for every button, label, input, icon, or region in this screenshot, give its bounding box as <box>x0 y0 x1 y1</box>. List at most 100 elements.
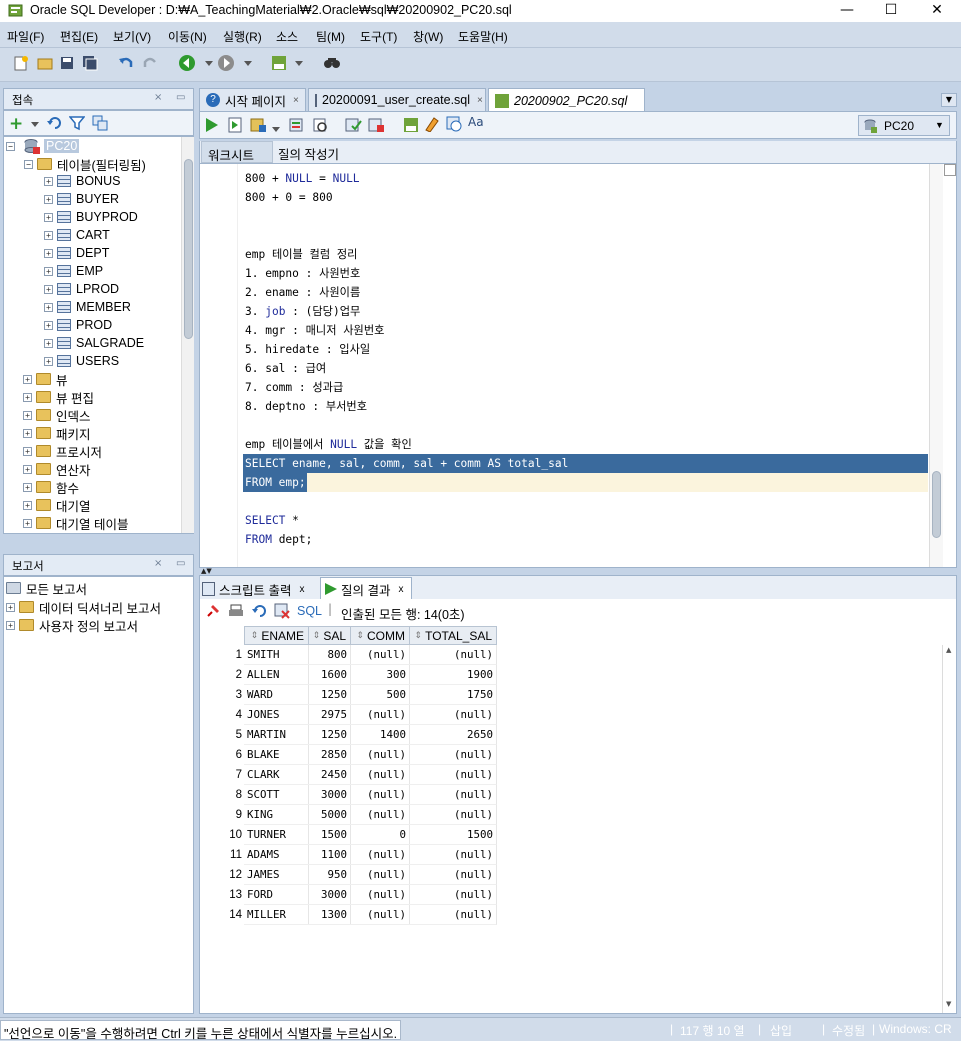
table-cell-sal[interactable]: 950 <box>308 865 351 885</box>
table-cell-total-sal[interactable]: (null) <box>409 705 497 725</box>
report-all[interactable]: 모든 보고서 <box>6 579 87 597</box>
folder-node-function[interactable]: + 함수 <box>23 478 79 496</box>
column-header-sal[interactable]: ⇕ SAL <box>308 626 351 645</box>
commit-icon[interactable] <box>345 117 363 136</box>
schema-browser-icon[interactable] <box>92 115 108 134</box>
folder-node-index[interactable]: + 인덱스 <box>23 406 91 424</box>
splitter-arrows-icon[interactable]: ▲▼ <box>201 567 212 575</box>
expand-icon[interactable]: + <box>44 176 53 186</box>
tabs-list-icon[interactable]: ▼ <box>941 93 957 107</box>
connections-tree-scrollbar[interactable] <box>181 137 194 533</box>
table-cell-ename[interactable]: SMITH <box>244 645 309 665</box>
table-cell-ename[interactable]: WARD <box>244 685 309 705</box>
table-cell-total-sal[interactable]: (null) <box>409 905 497 925</box>
folder-node-view[interactable]: + 뷰 <box>23 370 68 388</box>
table-cell-ename[interactable]: SCOTT <box>244 785 309 805</box>
expand-icon[interactable]: + <box>44 230 53 240</box>
menu-window[interactable]: 창(W) <box>413 28 443 45</box>
table-cell-ename[interactable]: ADAMS <box>244 845 309 865</box>
menu-help[interactable]: 도움말(H) <box>458 28 508 45</box>
expand-icon[interactable]: + <box>23 392 32 402</box>
table-cell-total-sal[interactable]: (null) <box>409 805 497 825</box>
folder-node-queue-table[interactable]: + 대기열 테이블 <box>23 514 128 532</box>
filter-icon[interactable] <box>68 115 86 134</box>
table-cell-comm[interactable]: (null) <box>350 785 410 805</box>
run-script-icon[interactable] <box>227 117 243 136</box>
row-number[interactable]: 3 <box>200 685 244 705</box>
table-cell-total-sal[interactable]: 1750 <box>409 685 497 705</box>
sql-history-icon[interactable] <box>446 116 462 135</box>
tab-close-icon[interactable]: × <box>477 95 483 106</box>
row-number[interactable]: 11 <box>200 845 244 865</box>
table-node[interactable]: + DEPT <box>44 244 109 262</box>
print-icon[interactable] <box>228 604 244 621</box>
sql-link[interactable]: SQL <box>297 604 322 618</box>
back-dropdown-icon[interactable] <box>200 54 218 72</box>
rollback-icon[interactable] <box>368 117 386 136</box>
minimize-button[interactable]: — <box>824 0 870 22</box>
sql-worksheet-dropdown-icon[interactable] <box>290 54 308 72</box>
save-icon[interactable] <box>58 54 76 72</box>
table-node[interactable]: + PROD <box>44 316 112 334</box>
scroll-down-icon[interactable]: ▼ <box>946 1000 951 1008</box>
table-cell-comm[interactable]: 1400 <box>350 725 410 745</box>
row-number[interactable]: 8 <box>200 785 244 805</box>
table-cell-ename[interactable]: KING <box>244 805 309 825</box>
new-icon[interactable] <box>12 54 30 72</box>
autotrace-dropdown-icon[interactable] <box>272 122 280 136</box>
expand-icon[interactable]: + <box>44 284 53 294</box>
table-node[interactable]: + SALGRADE <box>44 334 144 352</box>
forward-dropdown-icon[interactable] <box>239 54 257 72</box>
table-cell-total-sal[interactable]: (null) <box>409 845 497 865</box>
table-cell-comm[interactable]: (null) <box>350 865 410 885</box>
table-cell-ename[interactable]: JAMES <box>244 865 309 885</box>
expand-icon[interactable]: + <box>23 500 32 510</box>
cancel-query-icon[interactable] <box>274 603 290 622</box>
editor-scrollbar[interactable] <box>929 164 943 567</box>
menu-run[interactable]: 실행(R) <box>223 28 262 45</box>
find-db-object-icon[interactable] <box>323 54 341 72</box>
menu-team[interactable]: 팀(M) <box>316 28 345 45</box>
expand-icon[interactable]: + <box>44 194 53 204</box>
sql-worksheet-icon[interactable] <box>270 54 288 72</box>
refresh-icon[interactable] <box>46 115 64 134</box>
expand-icon[interactable]: + <box>23 374 32 384</box>
row-number[interactable]: 5 <box>200 725 244 745</box>
tab-close-icon[interactable]: × <box>293 95 299 106</box>
table-cell-sal[interactable]: 1100 <box>308 845 351 865</box>
splitter[interactable]: ▲▼ <box>199 567 957 575</box>
table-node[interactable]: + EMP <box>44 262 103 280</box>
expand-icon[interactable]: + <box>44 266 53 276</box>
save-all-icon[interactable] <box>81 54 99 72</box>
table-cell-comm[interactable]: (null) <box>350 705 410 725</box>
add-connection-icon[interactable]: + <box>9 114 23 134</box>
row-number[interactable]: 2 <box>200 665 244 685</box>
tab-user-create-sql[interactable]: 20200091_user_create.sql × <box>308 88 486 111</box>
tab-close-icon[interactable]: x <box>299 584 304 595</box>
expand-icon[interactable]: + <box>23 428 32 438</box>
grid-scrollbar[interactable]: ▲ ▼ <box>942 645 956 1013</box>
collapse-icon[interactable]: − <box>24 159 33 169</box>
redo-icon[interactable] <box>141 54 159 72</box>
table-cell-ename[interactable]: TURNER <box>244 825 309 845</box>
table-cell-ename[interactable]: MARTIN <box>244 725 309 745</box>
table-cell-sal[interactable]: 1300 <box>308 905 351 925</box>
table-cell-total-sal[interactable]: (null) <box>409 885 497 905</box>
table-cell-sal[interactable]: 3000 <box>308 785 351 805</box>
table-cell-sal[interactable]: 5000 <box>308 805 351 825</box>
table-cell-total-sal[interactable]: 2650 <box>409 725 497 745</box>
row-number[interactable]: 6 <box>200 745 244 765</box>
run-statement-icon[interactable] <box>204 117 220 136</box>
scrollbar-thumb[interactable] <box>184 159 193 339</box>
tab-script-output[interactable]: 스크립트 출력 x <box>202 578 304 600</box>
table-cell-comm[interactable]: (null) <box>350 645 410 665</box>
folder-node-queue[interactable]: + 대기열 <box>23 496 91 514</box>
row-number[interactable]: 1 <box>200 645 244 665</box>
expand-icon[interactable]: + <box>44 248 53 258</box>
table-cell-sal[interactable]: 1500 <box>308 825 351 845</box>
table-cell-comm[interactable]: (null) <box>350 745 410 765</box>
table-cell-comm[interactable]: (null) <box>350 765 410 785</box>
autotrace-icon[interactable] <box>250 117 268 136</box>
row-number[interactable]: 13 <box>200 885 244 905</box>
menu-view[interactable]: 보기(V) <box>113 28 151 45</box>
